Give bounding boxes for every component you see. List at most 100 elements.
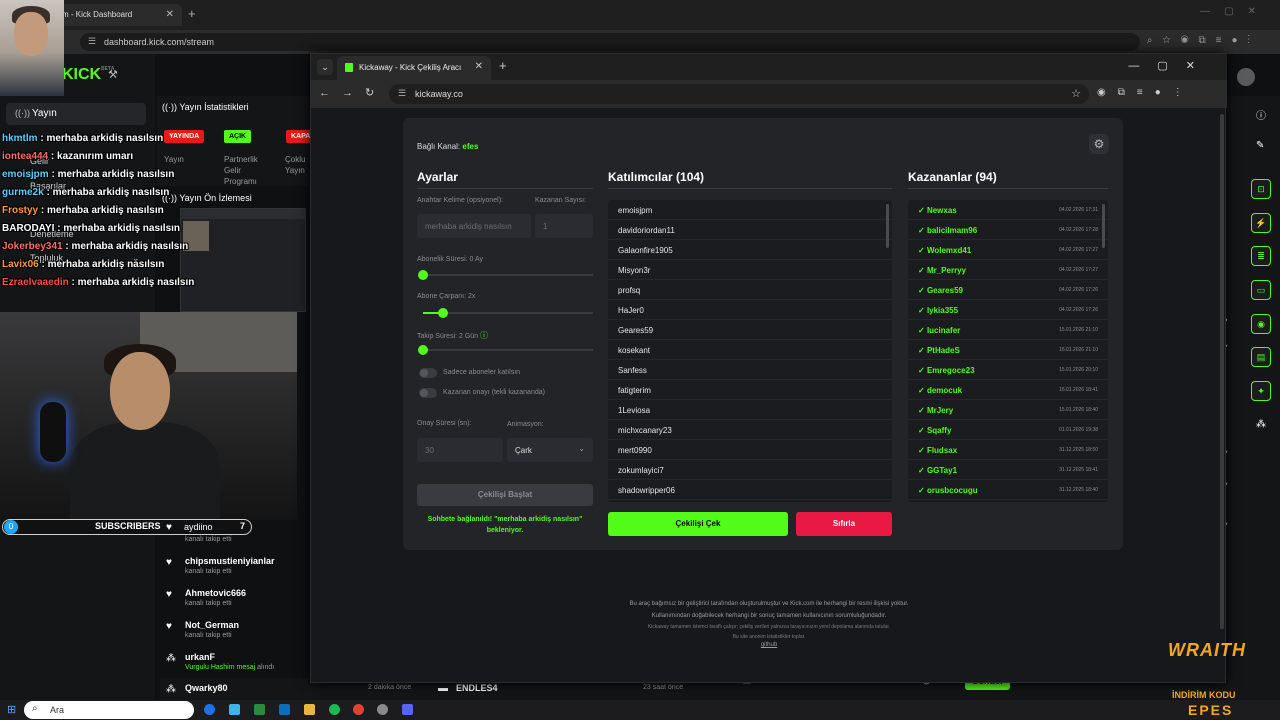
start-giveaway-button[interactable]: Çekilişi Başlat: [417, 484, 593, 506]
participants-list[interactable]: emoisjpm davidoriordan11 Galaonfire1905 Mis…: [608, 200, 892, 502]
participant-row[interactable]: fatigterim: [608, 380, 892, 400]
pencil-icon[interactable]: ✎: [1256, 140, 1264, 151]
winner-row[interactable]: ✓ Fludsax 31.12.2025 18:50: [908, 440, 1108, 460]
back-toolbar-icons[interactable]: ⌕☆◉⧉≡●⋮: [1147, 35, 1260, 46]
spotify-icon[interactable]: [329, 704, 340, 715]
tool-button-chat[interactable]: ▭: [1251, 280, 1271, 300]
obs-icon[interactable]: [377, 704, 388, 715]
more-icon[interactable]: ⁂: [1256, 419, 1266, 430]
participant-row[interactable]: Misyon3r: [608, 260, 892, 280]
winner-row[interactable]: ✓ democuk 15.01.2026 18:41: [908, 380, 1108, 400]
follow-duration-slider-knob[interactable]: [418, 345, 428, 355]
feed-item-name[interactable]: urkanF: [185, 652, 215, 662]
participants-scrollbar[interactable]: [886, 204, 889, 248]
kick-logo[interactable]: KICKBETA: [62, 66, 114, 84]
bookmark-star-icon[interactable]: ☆: [1071, 87, 1081, 100]
winner-row[interactable]: ✓ MrJery 15.01.2026 18:40: [908, 400, 1108, 420]
winner-row[interactable]: ✓ Mr_Perryy 04.02.2026 17:27: [908, 260, 1108, 280]
tool-button-store[interactable]: ▤: [1251, 347, 1271, 367]
tab-search-icon[interactable]: ⌄: [317, 59, 333, 75]
tool-button-capture[interactable]: ⊡: [1251, 179, 1271, 199]
new-tab-icon[interactable]: +: [188, 6, 196, 21]
subs-only-toggle[interactable]: [419, 368, 437, 378]
winner-row[interactable]: ✓ PtHadeS 15.01.2026 21:10: [908, 340, 1108, 360]
participant-row[interactable]: HaJer0: [608, 300, 892, 320]
winner-row[interactable]: ✓ Newxas 04.02.2026 17:31: [908, 200, 1108, 220]
info-icon[interactable]: ⓘ: [480, 331, 488, 340]
winners-list[interactable]: ✓ Newxas 04.02.2026 17:31 ✓ balicilmam96 04…: [908, 200, 1108, 502]
back-browser-tab[interactable]: m - Kick Dashboard ✕: [50, 4, 182, 26]
winner-count-input[interactable]: 1: [535, 214, 593, 238]
front-toolbar-icons[interactable]: ◉⧉≡●⋮: [1097, 87, 1195, 98]
participant-row[interactable]: Galaonfire1905: [608, 240, 892, 260]
winner-confirm-toggle[interactable]: [419, 388, 437, 398]
participant-row[interactable]: profsq: [608, 280, 892, 300]
windows-start-icon[interactable]: ⊞: [7, 703, 16, 716]
participant-row[interactable]: zokumlayici7: [608, 460, 892, 480]
winner-row[interactable]: ✓ Sqaffy 01.01.2026 19:38: [908, 420, 1108, 440]
confirm-time-input[interactable]: 30: [417, 438, 503, 462]
winner-row[interactable]: ✓ balicilmam96 04.02.2026 17:28: [908, 220, 1108, 240]
close-icon[interactable]: ✕: [166, 9, 174, 20]
feed-item-name[interactable]: chipsmustieniyianlar: [185, 556, 275, 566]
feed-item-name[interactable]: Qwarky80: [185, 683, 228, 693]
edge-icon[interactable]: [204, 704, 215, 715]
winner-row[interactable]: ✓ GGTay1 31.12.2025 18:41: [908, 460, 1108, 480]
draw-giveaway-button[interactable]: Çekilişi Çek: [608, 512, 788, 536]
chrome-icon[interactable]: [353, 704, 364, 715]
animation-select[interactable]: Çark ⌄: [507, 438, 593, 462]
site-settings-icon[interactable]: ☰: [398, 88, 406, 99]
participant-row[interactable]: shadowripper06: [608, 480, 892, 500]
feed-item-name[interactable]: ENDLES4: [456, 683, 498, 693]
keyword-input[interactable]: merhaba arkidiş nasılsın: [417, 214, 531, 238]
participant-row[interactable]: emoisjpm: [608, 200, 892, 220]
window-controls[interactable]: —▢✕: [1200, 6, 1270, 17]
nav-buttons[interactable]: ←→↻: [319, 86, 386, 99]
participant-row[interactable]: Sanfess: [608, 360, 892, 380]
sub-multiplier-slider-knob[interactable]: [438, 308, 449, 318]
site-settings-icon[interactable]: ☰: [88, 36, 96, 47]
participant-row[interactable]: Geares59: [608, 320, 892, 340]
tool-button-broadcast[interactable]: ◉: [1251, 314, 1271, 334]
settings-gear-button[interactable]: ⚙: [1089, 134, 1109, 154]
winner-row[interactable]: ✓ Emregoce23 15.01.2026 20:10: [908, 360, 1108, 380]
follow-duration-slider-track[interactable]: [423, 349, 593, 351]
feed-item-name[interactable]: Ahmetovic666: [185, 588, 246, 598]
winner-row[interactable]: ✓ Wolemxd41 04.02.2026 17:27: [908, 240, 1108, 260]
winner-row[interactable]: ✓ lucinafer 15.01.2026 21:10: [908, 320, 1108, 340]
store-icon[interactable]: [254, 704, 265, 715]
new-tab-icon[interactable]: +: [499, 58, 507, 73]
outlook-icon[interactable]: [279, 704, 290, 715]
back-url-field[interactable]: ☰ dashboard.kick.com/stream: [80, 33, 1140, 51]
winner-row[interactable]: ✓ orusbcocugu 31.12.2025 18:40: [908, 480, 1108, 500]
front-url-field[interactable]: ☰ kickaway.co ☆: [389, 84, 1089, 104]
avatar[interactable]: [1237, 68, 1255, 86]
feed-item-name[interactable]: Not_German: [185, 620, 239, 630]
window-controls[interactable]: —▢✕: [1128, 59, 1213, 72]
tool-button-lightning[interactable]: ⚡: [1251, 213, 1271, 233]
reset-button[interactable]: Sıfırla: [796, 512, 892, 536]
taskbar-search[interactable]: ⌕ Ara: [24, 701, 194, 719]
sub-multiplier-slider-track[interactable]: [423, 312, 593, 314]
github-link[interactable]: github: [311, 642, 1227, 648]
participant-row[interactable]: davidoriordan11: [608, 220, 892, 240]
page-scrollbar[interactable]: [1220, 114, 1224, 629]
participant-row[interactable]: 1Leviosa: [608, 400, 892, 420]
participant-row[interactable]: mert0990: [608, 440, 892, 460]
file-explorer-icon[interactable]: [304, 704, 315, 715]
winner-row[interactable]: ✓ Geares59 04.02.2026 17:26: [908, 280, 1108, 300]
close-icon[interactable]: ✕: [475, 61, 483, 72]
participant-row[interactable]: michxcanary23: [608, 420, 892, 440]
sub-duration-slider-knob[interactable]: [418, 270, 428, 280]
discord-icon[interactable]: [402, 704, 413, 715]
copilot-icon[interactable]: [229, 704, 240, 715]
sidebar-item-yayin[interactable]: ((·)) Yayın: [6, 103, 146, 125]
front-browser-tab[interactable]: Kickaway - Kick Çekiliş Aracı ✕: [337, 56, 491, 80]
tool-button-list[interactable]: ≣: [1251, 246, 1271, 266]
sub-duration-slider-track[interactable]: [423, 274, 593, 276]
info-icon[interactable]: ⓘ: [1256, 107, 1266, 122]
winner-row[interactable]: ✓ lykia355 04.02.2026 17:26: [908, 300, 1108, 320]
participant-row[interactable]: kosekant: [608, 340, 892, 360]
tool-button-wrench[interactable]: ✦: [1251, 381, 1271, 401]
hammer-icon[interactable]: ⚒: [108, 68, 118, 81]
